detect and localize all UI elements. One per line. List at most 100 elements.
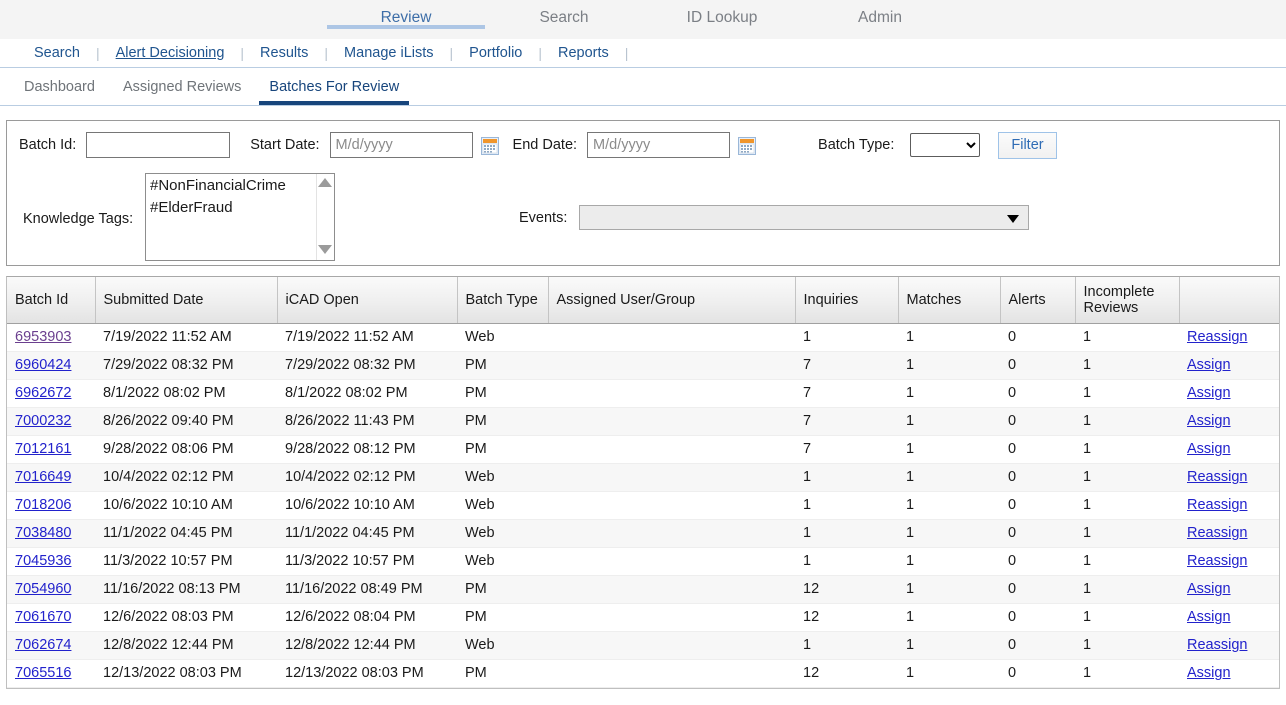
cell-submitted-date: 11/16/2022 08:13 PM <box>95 575 277 603</box>
column-header-icad-open[interactable]: iCAD Open <box>277 277 457 323</box>
batch-id-link[interactable]: 6962672 <box>15 385 71 401</box>
action-link-assign[interactable]: Assign <box>1187 581 1231 597</box>
action-link-assign[interactable]: Assign <box>1187 441 1231 457</box>
tab-assigned-reviews[interactable]: Assigned Reviews <box>113 79 251 105</box>
action-link-reassign[interactable]: Reassign <box>1187 637 1247 653</box>
batch-id-link[interactable]: 6953903 <box>15 329 71 345</box>
cell-alerts: 0 <box>1000 351 1075 379</box>
cell-batch-type: Web <box>457 547 548 575</box>
subnav-item-search[interactable]: Search <box>18 45 96 61</box>
batch-id-link[interactable]: 7062674 <box>15 637 71 653</box>
cell-batch-id: 7012161 <box>7 435 95 463</box>
batch-type-select[interactable] <box>910 133 980 157</box>
topnav-item-id-lookup[interactable]: ID Lookup <box>643 0 801 29</box>
tab-dashboard[interactable]: Dashboard <box>14 79 105 105</box>
cell-inquiries: 7 <box>795 379 898 407</box>
batch-id-link[interactable]: 6960424 <box>15 357 71 373</box>
column-header-alerts[interactable]: Alerts <box>1000 277 1075 323</box>
calendar-icon[interactable] <box>738 137 756 155</box>
column-header-incomplete-reviews[interactable]: Incomplete Reviews <box>1075 277 1179 323</box>
batch-id-link[interactable]: 7038480 <box>15 525 71 541</box>
module-navigation-bar: Search|Alert Decisioning|Results|Manage … <box>0 39 1286 68</box>
table-row: 69604247/29/2022 08:32 PM7/29/2022 08:32… <box>7 351 1279 379</box>
cell-batch-id: 7016649 <box>7 463 95 491</box>
batch-id-link[interactable]: 7016649 <box>15 469 71 485</box>
cell-icad-open: 11/16/2022 08:49 PM <box>277 575 457 603</box>
knowledge-tag-option[interactable]: #ElderFraud <box>146 196 334 218</box>
cell-action: Reassign <box>1179 547 1279 575</box>
table-row: 7054960 11/16/2022 08:13 PM11/16/2022 08:… <box>7 575 1279 603</box>
cell-action: Assign <box>1179 659 1279 687</box>
cell-action: Reassign <box>1179 323 1279 351</box>
column-header-submitted-date[interactable]: Submitted Date <box>95 277 277 323</box>
cell-batch-id: 7045936 <box>7 547 95 575</box>
cell-batch-type: PM <box>457 659 548 687</box>
batch-id-link[interactable]: 7000232 <box>15 413 71 429</box>
action-link-reassign[interactable]: Reassign <box>1187 525 1247 541</box>
end-date-input[interactable] <box>587 132 730 158</box>
end-date-label: End Date: <box>513 137 578 153</box>
cell-batch-type: PM <box>457 575 548 603</box>
action-link-assign[interactable]: Assign <box>1187 385 1231 401</box>
cell-alerts: 0 <box>1000 407 1075 435</box>
action-link-assign[interactable]: Assign <box>1187 413 1231 429</box>
batch-id-link[interactable]: 7012161 <box>15 441 71 457</box>
batch-id-link[interactable]: 7045936 <box>15 553 71 569</box>
topnav-item-search[interactable]: Search <box>485 0 643 29</box>
scroll-up-icon[interactable] <box>318 178 332 187</box>
batch-id-link[interactable]: 7018206 <box>15 497 71 513</box>
batch-id-link[interactable]: 7054960 <box>15 581 71 597</box>
scroll-down-icon[interactable] <box>318 245 332 254</box>
filter-button[interactable]: Filter <box>998 132 1056 159</box>
subnav-item-portfolio[interactable]: Portfolio <box>453 45 538 61</box>
cell-batch-id: 7000232 <box>7 407 95 435</box>
filter-row-secondary: Knowledge Tags: #NonFinancialCrime#Elder… <box>7 173 1279 261</box>
cell-incomplete-reviews: 1 <box>1075 603 1179 631</box>
batches-table-container: Batch IdSubmitted DateiCAD OpenBatch Typ… <box>6 276 1280 689</box>
column-header-batch-id[interactable]: Batch Id <box>7 277 95 323</box>
cell-alerts: 0 <box>1000 631 1075 659</box>
action-link-assign[interactable]: Assign <box>1187 665 1231 681</box>
subnav-item-reports[interactable]: Reports <box>542 45 625 61</box>
batch-id-link[interactable]: 7061670 <box>15 609 71 625</box>
cell-assigned-user-group <box>548 379 795 407</box>
column-header-inquiries[interactable]: Inquiries <box>795 277 898 323</box>
cell-matches: 1 <box>898 463 1000 491</box>
cell-assigned-user-group <box>548 407 795 435</box>
knowledge-tag-option[interactable]: #NonFinancialCrime <box>146 174 334 196</box>
knowledge-tags-listbox[interactable]: #NonFinancialCrime#ElderFraud <box>145 173 335 261</box>
listbox-scrollbar[interactable] <box>316 174 334 260</box>
cell-matches: 1 <box>898 547 1000 575</box>
subnav-item-manage-ilists[interactable]: Manage iLists <box>328 45 449 61</box>
topnav-item-admin[interactable]: Admin <box>801 0 959 29</box>
subnav-item-alert-decisioning[interactable]: Alert Decisioning <box>100 45 241 61</box>
table-body: 69539037/19/2022 11:52 AM7/19/2022 11:52… <box>7 323 1279 687</box>
cell-incomplete-reviews: 1 <box>1075 407 1179 435</box>
cell-submitted-date: 10/6/2022 10:10 AM <box>95 491 277 519</box>
column-header-batch-type[interactable]: Batch Type <box>457 277 548 323</box>
calendar-icon[interactable] <box>481 137 499 155</box>
batch-id-input[interactable] <box>86 132 230 158</box>
cell-matches: 1 <box>898 407 1000 435</box>
batch-id-link[interactable]: 7065516 <box>15 665 71 681</box>
cell-batch-type: PM <box>457 379 548 407</box>
action-link-assign[interactable]: Assign <box>1187 609 1231 625</box>
subnav-item-results[interactable]: Results <box>244 45 324 61</box>
cell-inquiries: 1 <box>795 491 898 519</box>
action-link-reassign[interactable]: Reassign <box>1187 469 1247 485</box>
tab-batches-for-review[interactable]: Batches For Review <box>259 79 409 105</box>
column-header-assigned-user-group[interactable]: Assigned User/Group <box>548 277 795 323</box>
action-link-reassign[interactable]: Reassign <box>1187 329 1247 345</box>
table-row: 70002328/26/2022 09:40 PM8/26/2022 11:43… <box>7 407 1279 435</box>
action-link-assign[interactable]: Assign <box>1187 357 1231 373</box>
column-header-actions[interactable] <box>1179 277 1279 323</box>
start-date-input[interactable] <box>330 132 473 158</box>
events-dropdown[interactable] <box>579 205 1029 230</box>
action-link-reassign[interactable]: Reassign <box>1187 497 1247 513</box>
cell-incomplete-reviews: 1 <box>1075 463 1179 491</box>
filter-panel: Batch Id: Start Date: End Date: <box>6 120 1280 266</box>
topnav-item-review[interactable]: Review <box>327 0 485 29</box>
action-link-reassign[interactable]: Reassign <box>1187 553 1247 569</box>
column-header-matches[interactable]: Matches <box>898 277 1000 323</box>
cell-assigned-user-group <box>548 463 795 491</box>
